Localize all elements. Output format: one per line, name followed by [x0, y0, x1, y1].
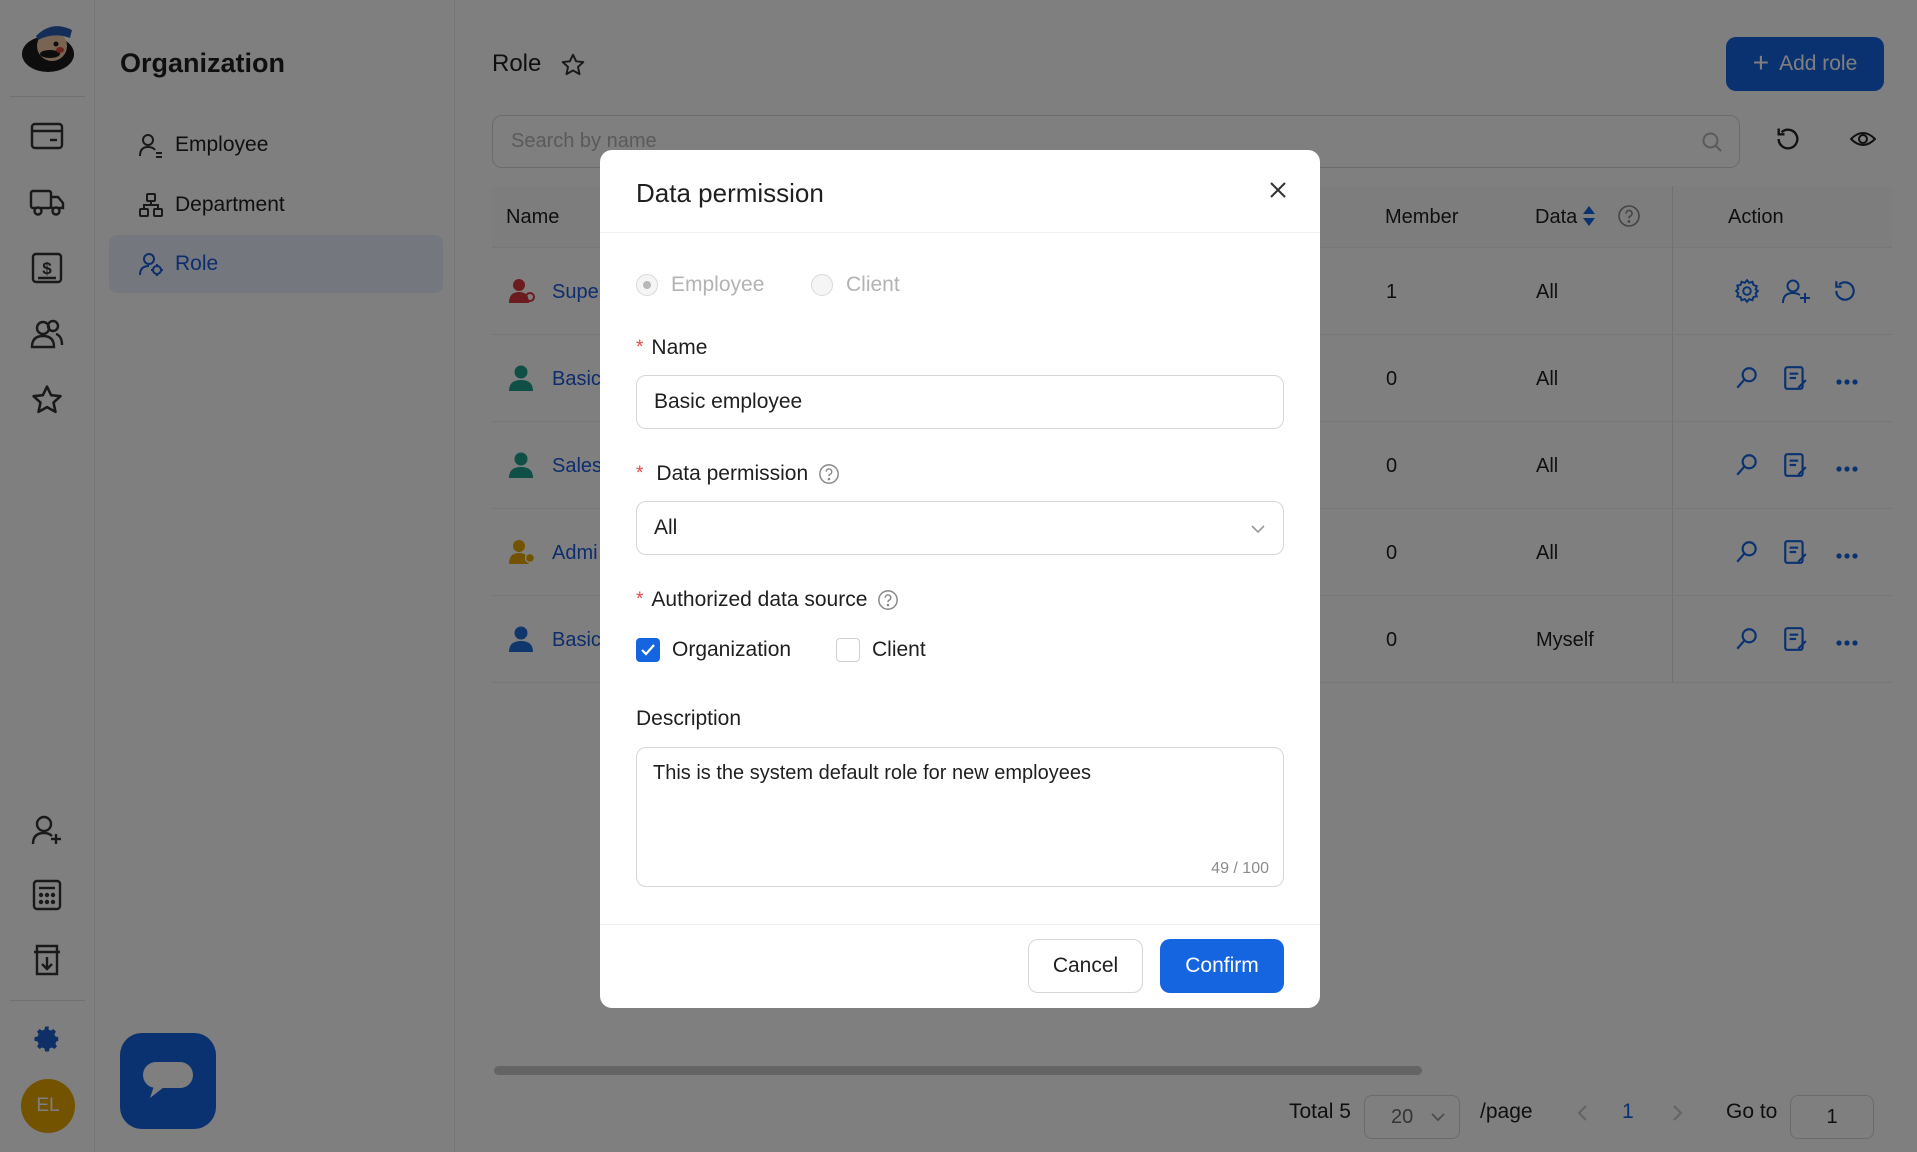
close-icon[interactable] [1264, 176, 1292, 204]
required-mark: * [636, 589, 644, 610]
authorized-source-label-text: Authorized data source [651, 588, 868, 611]
dialog-header: Data permission [600, 150, 1320, 233]
data-permission-label-text: Data permission [656, 462, 809, 485]
description-label: Description [636, 707, 741, 731]
checkbox-label: Client [872, 638, 926, 661]
checkbox-organization[interactable]: Organization [636, 638, 791, 662]
radio-client[interactable]: Client [811, 273, 900, 297]
checkbox-client[interactable]: Client [836, 638, 926, 662]
data-permission-label: * Data permission [636, 462, 840, 486]
checkbox-unchecked [836, 638, 860, 662]
help-icon[interactable] [818, 463, 840, 485]
name-field[interactable]: Basic employee [636, 375, 1284, 429]
help-icon[interactable] [877, 589, 899, 611]
description-textarea[interactable]: This is the system default role for new … [636, 747, 1284, 887]
confirm-button[interactable]: Confirm [1160, 939, 1284, 993]
description-text: This is the system default role for new … [653, 762, 1091, 784]
required-mark: * [636, 463, 644, 484]
radio-label: Client [846, 273, 900, 296]
dialog-footer: Cancel Confirm [600, 924, 1320, 1008]
description-label-text: Description [636, 707, 742, 730]
chevron-down-icon [1249, 520, 1267, 544]
char-counter: 49 / 100 [1211, 860, 1269, 877]
dialog-title: Data permission [636, 178, 824, 208]
cancel-button[interactable]: Cancel [1028, 939, 1143, 993]
select-value: All [654, 516, 678, 539]
authorized-source-label: * Authorized data source [636, 588, 899, 612]
checkbox-checked [636, 638, 660, 662]
name-label-text: Name [651, 336, 708, 359]
required-mark: * [636, 337, 644, 358]
data-permission-select[interactable]: All [636, 501, 1284, 555]
radio-circle [811, 274, 833, 296]
radio-employee[interactable]: Employee [636, 273, 764, 297]
radio-label: Employee [671, 273, 765, 296]
data-permission-dialog: Data permission Employee Client * Name B… [600, 150, 1320, 1008]
checkbox-label: Organization [672, 638, 792, 661]
radio-circle [636, 274, 658, 296]
name-label: * Name [636, 336, 707, 360]
